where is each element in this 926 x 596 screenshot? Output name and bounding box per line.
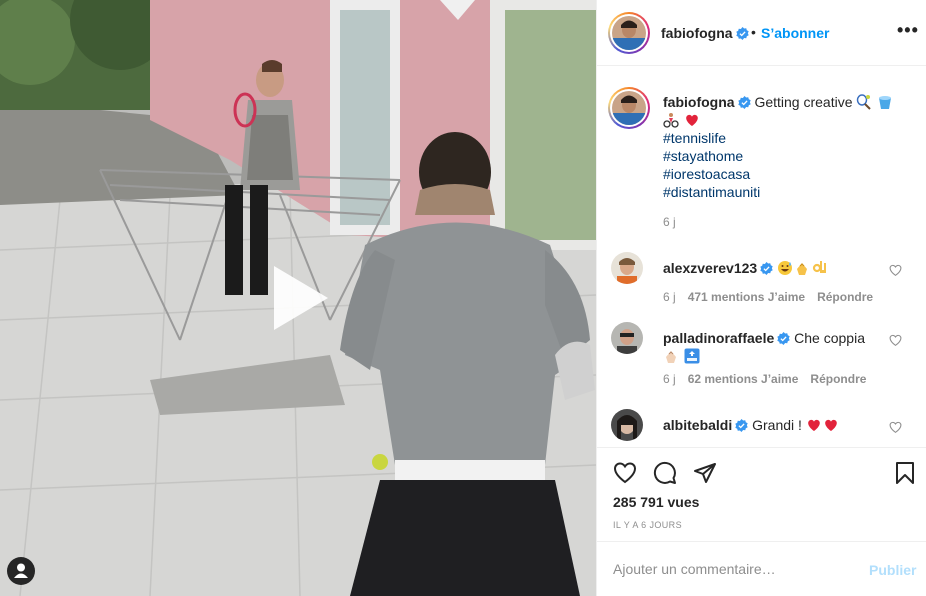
comment-item: palladinoraffaele Che coppia 6 j 62 menti… (597, 322, 926, 402)
avatar-image (611, 409, 643, 441)
commenter-avatar[interactable] (611, 252, 643, 284)
woman-biking-emoji (663, 113, 679, 128)
hashtag-stayathome[interactable]: #stayathome (663, 147, 913, 165)
play-button[interactable] (262, 262, 334, 334)
comment-timestamp[interactable]: 6 j (663, 372, 676, 386)
comment-input[interactable] (613, 558, 853, 580)
comment-like-heart-icon[interactable] (889, 334, 902, 347)
commenter-avatar[interactable] (611, 322, 643, 354)
like-heart-icon[interactable] (613, 461, 637, 485)
tagged-users-button[interactable] (7, 557, 35, 585)
avatar-image (612, 91, 646, 125)
clapping-hands-emoji (797, 263, 808, 275)
comment-text-block: palladinoraffaele Che coppia (663, 329, 883, 365)
save-bookmark-icon[interactable] (893, 461, 917, 485)
comment-bubble-icon[interactable] (653, 461, 677, 485)
hashtag-distantimauniti[interactable]: #distantimauniti (663, 183, 913, 201)
commenter-username[interactable]: albitebaldi (663, 417, 732, 433)
header-separator: • (751, 24, 756, 40)
comment-text-block: albitebaldi Grandi ! (663, 416, 883, 434)
reply-button[interactable]: Répondre (810, 372, 866, 386)
comment-meta: 6 j 62 mentions J’aime Répondre (663, 372, 878, 386)
verified-badge-icon (760, 262, 773, 275)
person-icon (14, 563, 28, 578)
caption-text: Getting creative (754, 94, 853, 110)
post-video[interactable] (0, 0, 596, 596)
comments-list[interactable]: fabiofogna Getting creative #tennislife … (597, 67, 926, 447)
caption-avatar[interactable] (608, 87, 650, 129)
commenter-avatar[interactable] (611, 409, 643, 441)
more-options-button[interactable]: ••• (897, 20, 919, 41)
follow-button[interactable]: S’abonner (761, 25, 829, 41)
comment-likes-count[interactable]: 62 mentions J’aime (688, 372, 799, 386)
post-comment-button[interactable]: Publier (869, 562, 916, 578)
red-heart-emoji (808, 419, 820, 431)
comment-text: Che coppia (794, 330, 865, 346)
comment-like-heart-icon[interactable] (889, 421, 902, 434)
comment-composer: Publier (597, 541, 926, 596)
verified-badge-icon (735, 27, 749, 40)
caption-username[interactable]: fabiofogna (663, 94, 735, 110)
share-paper-plane-icon[interactable] (693, 461, 717, 485)
comment-likes-count[interactable]: 471 mentions J’aime (688, 290, 805, 304)
verified-badge-icon (777, 332, 790, 345)
ok-hand-emoji (812, 261, 827, 273)
comment-item: albitebaldi Grandi ! (597, 409, 926, 447)
comment-text-block: alexzverev123 (663, 259, 883, 277)
post-date[interactable]: Il y a 6 jours (613, 520, 682, 530)
bucket-emoji (879, 96, 892, 109)
avatar-image (611, 252, 643, 284)
caption-text-block: fabiofogna Getting creative #tennislife … (663, 93, 913, 201)
author-username-text: fabiofogna (661, 25, 733, 41)
avatar-image (612, 16, 646, 50)
comment-meta: 6 j 471 mentions J’aime Répondre (663, 290, 885, 304)
post-header: fabiofogna • S’abonner ••• (597, 0, 926, 66)
top-arrow-emoji (684, 348, 700, 364)
hashtag-tennislife[interactable]: #tennislife (663, 129, 913, 147)
comment-timestamp[interactable]: 6 j (663, 290, 676, 304)
post-actions: 285 791 vues Il y a 6 jours (597, 447, 926, 541)
comment-item: alexzverev123 6 j 471 mentions J’aime Répo… (597, 252, 926, 332)
tennis-racket-emoji (857, 94, 872, 110)
red-heart-emoji (686, 114, 698, 126)
hashtag-iorestoacasa[interactable]: #iorestoacasa (663, 165, 913, 183)
clapping-hands-emoji (666, 351, 676, 363)
author-avatar[interactable] (608, 12, 650, 54)
post-details-panel: fabiofogna • S’abonner ••• fabiofogna Ge… (596, 0, 926, 596)
avatar-image (611, 322, 643, 354)
commenter-username[interactable]: alexzverev123 (663, 260, 757, 276)
comment-text: Grandi ! (752, 417, 802, 433)
comment-like-heart-icon[interactable] (889, 264, 902, 277)
caption-timestamp[interactable]: 6 j (663, 215, 676, 229)
commenter-username[interactable]: palladinoraffaele (663, 330, 774, 346)
red-heart-emoji (825, 419, 837, 431)
verified-badge-icon (735, 419, 748, 432)
author-username[interactable]: fabiofogna (661, 25, 749, 41)
view-count[interactable]: 285 791 vues (613, 494, 699, 510)
grinning-sweat-emoji (778, 261, 793, 275)
play-icon (274, 266, 328, 330)
verified-badge-icon (737, 96, 751, 109)
reply-button[interactable]: Répondre (817, 290, 873, 304)
